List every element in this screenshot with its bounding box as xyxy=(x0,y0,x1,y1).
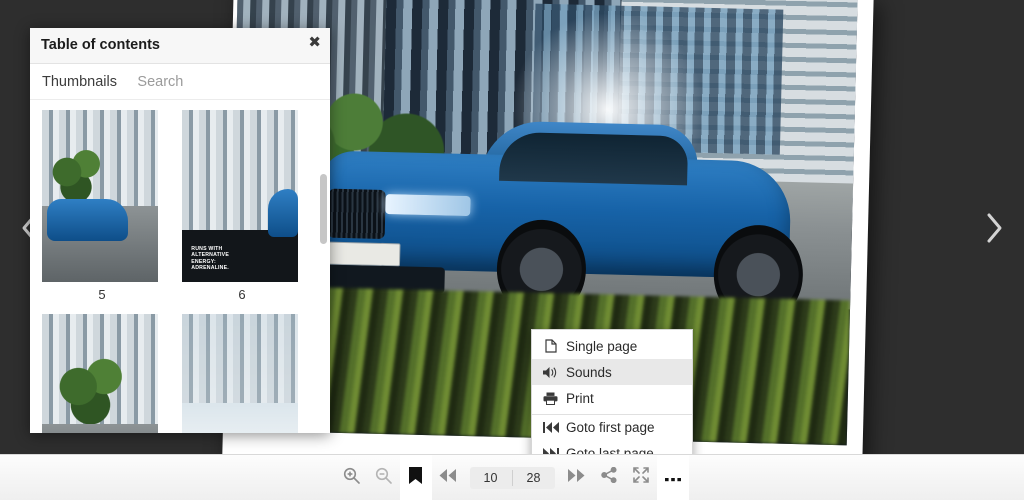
toc-thumbnail-list[interactable]: 5 RUNS WITH ALTERNATIVE ENERGY: ADRENALI… xyxy=(30,100,330,433)
menu-item-label: Goto first page xyxy=(566,420,655,435)
close-icon[interactable]: ✖ xyxy=(308,34,321,52)
menu-item-label: Single page xyxy=(566,339,637,354)
thumbnail-item[interactable]: 7 xyxy=(42,314,162,433)
thumbnail-image xyxy=(182,314,298,433)
toc-tabs: Thumbnails Search xyxy=(30,64,330,100)
chevron-right-icon xyxy=(983,211,1005,245)
photo-car xyxy=(317,116,793,317)
thumbnail-image: RUNS WITH ALTERNATIVE ENERGY: ADRENALINE… xyxy=(182,110,298,282)
table-of-contents-panel[interactable]: Table of contents ✖ Thumbnails Search 5 xyxy=(30,28,330,433)
thumbnail-item[interactable]: RUNS WITH ALTERNATIVE ENERGY: ADRENALINE… xyxy=(182,110,302,302)
share-icon xyxy=(601,467,617,488)
toc-scrollbar[interactable] xyxy=(320,100,327,433)
thumbnail-image xyxy=(42,314,158,433)
toc-header: Table of contents ✖ xyxy=(30,28,330,64)
skip-backward-icon xyxy=(439,469,456,487)
more-options-button[interactable] xyxy=(657,455,689,500)
zoom-out-button[interactable] xyxy=(368,455,400,500)
skip-forward-icon xyxy=(568,469,585,487)
toc-scrollbar-thumb[interactable] xyxy=(320,174,327,244)
zoom-out-icon xyxy=(375,467,392,489)
document-icon xyxy=(542,339,559,353)
thumbnail-image xyxy=(42,110,158,282)
thumb-car xyxy=(47,199,128,240)
skip-backward-icon xyxy=(542,422,559,433)
menu-item-label: Print xyxy=(566,391,594,406)
fullscreen-icon xyxy=(633,467,649,488)
tab-search[interactable]: Search xyxy=(137,74,183,90)
toc-title: Table of contents xyxy=(41,37,160,53)
thumbnail-page-number: 5 xyxy=(42,287,162,302)
menu-item-label: Sounds xyxy=(566,365,612,380)
thumbnail-grid: 5 RUNS WITH ALTERNATIVE ENERGY: ADRENALI… xyxy=(30,100,330,433)
next-page-arrow[interactable] xyxy=(972,198,1016,258)
bottom-toolbar xyxy=(0,454,1024,500)
speaker-icon xyxy=(542,366,559,379)
menu-item-single-page[interactable]: Single page xyxy=(532,333,692,359)
photo-car-window xyxy=(499,132,689,186)
toolbar-buttons xyxy=(336,455,689,500)
thumb-trees xyxy=(49,138,109,207)
share-button[interactable] xyxy=(593,455,625,500)
photo-car-license-plate xyxy=(327,241,400,266)
total-pages-input[interactable] xyxy=(513,467,555,489)
thumb-road xyxy=(42,424,158,433)
current-page-input[interactable] xyxy=(470,467,512,489)
previous-page-button[interactable] xyxy=(432,455,464,500)
thumbnail-item[interactable]: 5 xyxy=(42,110,162,302)
thumb-columns xyxy=(182,314,298,403)
bookmark-icon xyxy=(409,467,422,489)
photo-car-headlight xyxy=(385,194,470,217)
bookmark-button[interactable] xyxy=(400,455,432,500)
thumbnail-caption: RUNS WITH ALTERNATIVE ENERGY: ADRENALINE… xyxy=(191,246,263,272)
menu-item-print[interactable]: Print xyxy=(532,385,692,411)
more-horizontal-icon xyxy=(665,469,681,487)
context-menu[interactable]: Single page Sounds Print xyxy=(531,329,693,455)
zoom-in-icon xyxy=(343,467,360,489)
next-page-button[interactable] xyxy=(561,455,593,500)
fullscreen-button[interactable] xyxy=(625,455,657,500)
menu-item-sounds[interactable]: Sounds xyxy=(532,359,692,385)
printer-icon xyxy=(542,392,559,405)
thumb-car xyxy=(268,189,298,237)
zoom-in-button[interactable] xyxy=(336,455,368,500)
menu-item-goto-last-page[interactable]: Goto last page xyxy=(532,440,692,455)
page-number-group[interactable] xyxy=(470,467,555,489)
thumbnail-page-number: 6 xyxy=(182,287,302,302)
viewer-stage: Table of contents ✖ Thumbnails Search 5 xyxy=(0,0,1024,455)
thumbnail-item[interactable]: 8 xyxy=(182,314,302,433)
tab-thumbnails[interactable]: Thumbnails xyxy=(42,74,117,90)
photo-car-grille xyxy=(328,188,386,239)
menu-item-goto-first-page[interactable]: Goto first page xyxy=(532,414,692,440)
thumb-trees xyxy=(54,345,135,428)
